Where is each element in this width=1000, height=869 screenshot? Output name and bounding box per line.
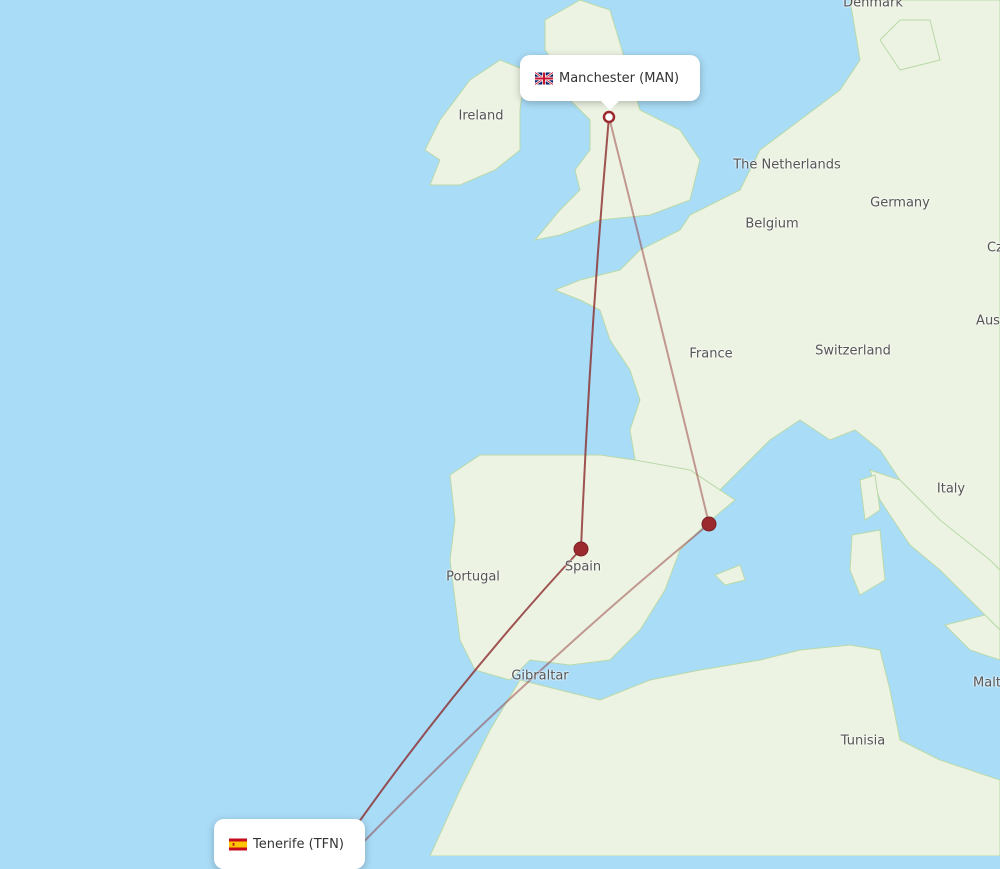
- land-sicily: [944, 614, 1000, 661]
- stop-marker-madrid[interactable]: [573, 541, 589, 557]
- country-label-malt: Malt: [973, 675, 1000, 691]
- land-balearics: [714, 564, 746, 586]
- stop-marker-barcelona[interactable]: [701, 516, 717, 532]
- country-label-spain: Spain: [564, 559, 602, 575]
- country-label-tunisia: Tunisia: [840, 733, 886, 749]
- country-label-france: France: [689, 346, 733, 362]
- country-label-italy: Italy: [936, 481, 966, 497]
- uk-flag-icon: [535, 71, 553, 85]
- country-label-germany: Germany: [870, 195, 930, 211]
- destination-label: Tenerife (TFN): [253, 836, 344, 852]
- land-great-britain: [533, 0, 701, 241]
- country-label-aus: Aus: [976, 313, 1000, 329]
- map-canvas[interactable]: [0, 0, 1000, 856]
- destination-popup[interactable]: Tenerife (TFN): [214, 819, 365, 869]
- country-label-gibraltar: Gibraltar: [511, 668, 569, 684]
- country-label-portugal: Portugal: [446, 569, 500, 585]
- country-label-cz: Cz: [987, 240, 1000, 256]
- spain-flag-icon: [229, 838, 247, 850]
- origin-label: Manchester (MAN): [559, 70, 680, 86]
- origin-popup[interactable]: Manchester (MAN): [520, 55, 700, 110]
- country-label-denmark: Denmark: [843, 0, 903, 11]
- country-label-ireland: Ireland: [458, 108, 504, 124]
- country-label-belgium: Belgium: [745, 216, 799, 232]
- origin-marker-manchester[interactable]: [602, 110, 616, 124]
- country-label-the-netherlands: The Netherlands: [733, 157, 841, 173]
- country-label-switzerland: Switzerland: [815, 343, 891, 359]
- land-sardinia: [849, 529, 886, 596]
